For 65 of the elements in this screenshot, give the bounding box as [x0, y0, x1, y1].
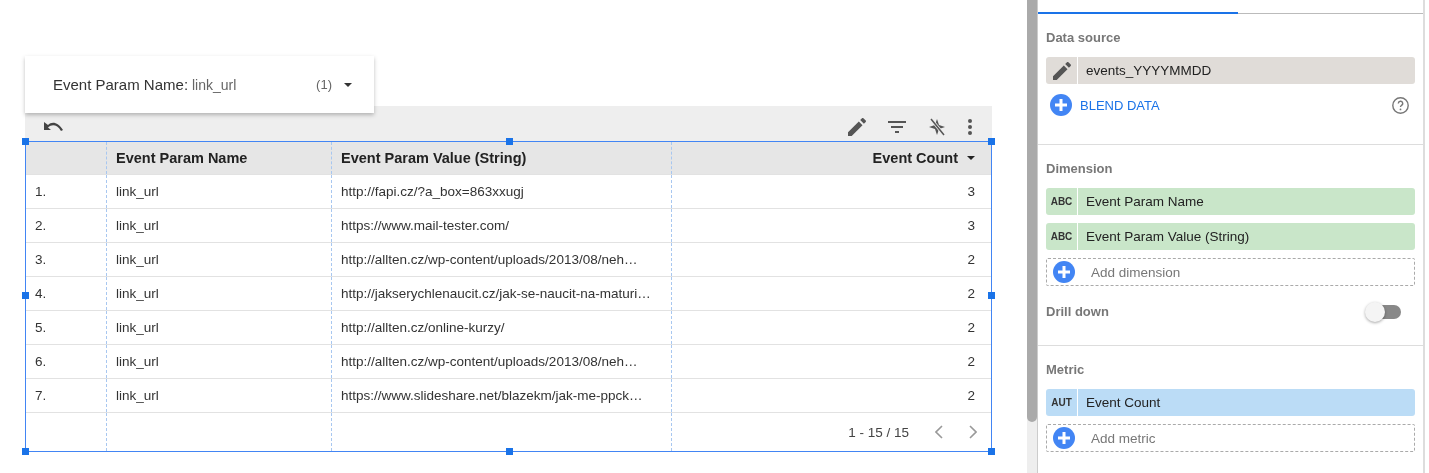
resize-handle[interactable] — [988, 292, 995, 299]
add-icon — [1053, 261, 1075, 283]
sparkle-off-icon[interactable] — [928, 118, 946, 136]
table-cell: link_url — [116, 218, 159, 233]
resize-handle[interactable] — [22, 292, 29, 299]
table-cell: 3 — [967, 218, 975, 233]
pagination-range: 1 - 15 / 15 — [848, 424, 909, 440]
table-cell: 2 — [967, 388, 975, 403]
row-number: 1. — [35, 184, 47, 199]
table-cell: http://fapi.cz/?a_box=863xxugj — [341, 184, 524, 199]
table-cell: http://allten.cz/wp-content/uploads/2013/08/neh… — [341, 252, 638, 267]
add-icon — [1050, 94, 1072, 116]
row-number: 7. — [35, 388, 47, 403]
table-cell: 2 — [967, 252, 975, 267]
section-label: Metric — [1046, 362, 1086, 377]
row-number: 6. — [35, 354, 47, 369]
filter-control[interactable]: Event Param Name: link_url (1) — [25, 56, 374, 113]
dimension-field[interactable]: ABC Event Param Name — [1046, 188, 1415, 215]
table-cell: 2 — [967, 320, 975, 335]
pencil-icon[interactable] — [848, 118, 866, 136]
resize-handle[interactable] — [988, 448, 995, 455]
resize-handle[interactable] — [506, 138, 513, 145]
next-page-icon[interactable] — [969, 425, 977, 439]
metric-field[interactable]: AUT Event Count — [1046, 389, 1415, 416]
table-cell: link_url — [116, 286, 159, 301]
row-number: 5. — [35, 320, 47, 335]
table-cell: 2 — [967, 286, 975, 301]
undo-icon[interactable] — [43, 122, 63, 132]
resize-handle[interactable] — [988, 138, 995, 145]
table-cell: 3 — [967, 184, 975, 199]
section-label: Data source — [1046, 30, 1122, 45]
previous-page-icon[interactable] — [935, 425, 943, 439]
data-source-field[interactable]: events_YYYYMMDD — [1046, 57, 1415, 84]
dropdown-caret-icon — [344, 82, 352, 87]
drill-down-label: Drill down — [1046, 304, 1109, 319]
sort-descending-icon — [967, 156, 975, 160]
blend-data-link[interactable]: BLEND DATA — [1080, 97, 1160, 113]
resize-handle[interactable] — [506, 448, 513, 455]
row-number: 4. — [35, 286, 47, 301]
help-icon[interactable] — [1392, 96, 1409, 114]
table-cell: link_url — [116, 320, 159, 335]
resize-handle[interactable] — [22, 138, 29, 145]
drill-down-toggle[interactable] — [1367, 304, 1401, 319]
dimension-field[interactable]: ABC Event Param Value (String) — [1046, 223, 1415, 250]
table-cell: https://www.slideshare.net/blazekm/jak-me-ppck… — [341, 388, 643, 403]
column-header[interactable]: Event Param Name — [106, 142, 331, 174]
table-cell: link_url — [116, 354, 159, 369]
table-cell: link_url — [116, 184, 159, 199]
filter-icon[interactable] — [888, 121, 906, 133]
more-options-icon[interactable] — [968, 119, 972, 135]
table-cell: link_url — [116, 252, 159, 267]
add-dimension-field[interactable]: Add dimension — [1046, 258, 1415, 286]
row-number: 2. — [35, 218, 47, 233]
add-icon — [1053, 427, 1075, 449]
table-cell: https://www.mail-tester.com/ — [341, 218, 510, 233]
row-number: 3. — [35, 252, 47, 267]
section-label: Dimension — [1046, 161, 1114, 176]
table-cell: link_url — [116, 388, 159, 403]
resize-handle[interactable] — [22, 448, 29, 455]
table-cell: http://allten.cz/wp-content/uploads/2013/08/neh… — [341, 354, 638, 369]
pencil-icon — [1052, 61, 1071, 80]
add-metric-field[interactable]: Add metric — [1046, 424, 1415, 452]
table-cell: http://allten.cz/online-kurzy/ — [341, 320, 505, 335]
table-cell: http://jakserychlenaucit.cz/jak-se-naucit-na-maturi… — [341, 286, 651, 301]
table-cell: 2 — [967, 354, 975, 369]
